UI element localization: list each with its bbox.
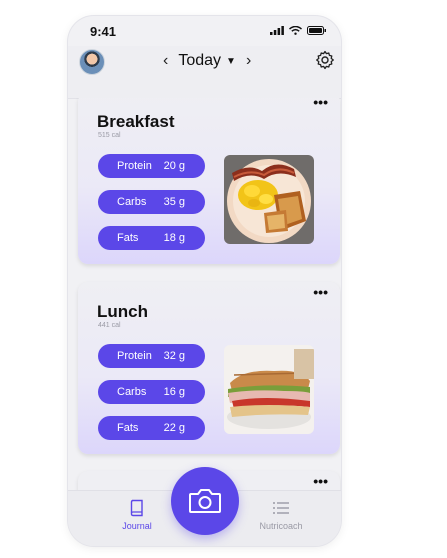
meal-calories: 515 cal xyxy=(98,132,121,139)
macro-value: 18 g xyxy=(163,232,185,244)
macro-value: 35 g xyxy=(163,196,185,208)
camera-icon xyxy=(189,489,221,513)
macro-name: Fats xyxy=(117,232,139,244)
macro-pill-protein[interactable]: Protein 20 g xyxy=(98,154,205,178)
more-options-icon[interactable]: ••• xyxy=(313,98,328,109)
macro-name: Carbs xyxy=(117,386,147,398)
nav-label: Nutricoach xyxy=(259,521,303,531)
macro-pill-fats[interactable]: Fats 18 g xyxy=(98,226,205,250)
meal-title: Lunch xyxy=(97,302,148,321)
meal-card-breakfast[interactable]: ••• Breakfast 515 cal Protein 20 g Carbs… xyxy=(78,98,340,264)
meal-list[interactable]: ••• Breakfast 515 cal Protein 20 g Carbs… xyxy=(68,98,341,498)
book-icon xyxy=(130,499,143,517)
status-icons xyxy=(270,26,327,35)
caret-down-icon: ▼ xyxy=(226,55,236,67)
status-time: 9:41 xyxy=(90,24,117,39)
macro-name: Protein xyxy=(117,160,152,172)
more-options-icon[interactable]: ••• xyxy=(313,285,328,299)
macro-value: 16 g xyxy=(163,386,185,398)
lunch-photo xyxy=(224,345,314,434)
macro-value: 20 g xyxy=(163,160,185,172)
nav-label: Journal xyxy=(122,521,152,531)
signal-icon xyxy=(270,26,284,35)
meal-calories: 441 cal xyxy=(98,322,121,329)
app-header: ‹ Today ▼ › xyxy=(68,46,341,99)
battery-icon xyxy=(307,26,326,35)
gear-icon[interactable] xyxy=(315,50,335,70)
macro-value: 32 g xyxy=(163,350,185,362)
list-icon xyxy=(273,502,289,514)
macro-name: Protein xyxy=(117,350,152,362)
date-label: Today xyxy=(178,52,222,69)
macro-pill-carbs[interactable]: Carbs 35 g xyxy=(98,190,205,214)
date-selector[interactable]: Today ▼ xyxy=(178,52,236,70)
meal-title: Breakfast xyxy=(97,112,175,131)
breakfast-photo xyxy=(224,155,314,244)
chevron-left-icon[interactable]: ‹ xyxy=(163,53,168,69)
date-navigator: ‹ Today ▼ › xyxy=(163,50,251,72)
status-bar: 9:41 xyxy=(68,16,341,46)
macro-pill-carbs[interactable]: Carbs 16 g xyxy=(98,380,205,404)
wifi-icon xyxy=(289,26,302,35)
avatar[interactable] xyxy=(79,49,105,75)
nav-nutricoach[interactable]: Nutricoach xyxy=(251,497,311,531)
macro-pill-fats[interactable]: Fats 22 g xyxy=(98,416,205,440)
more-options-icon[interactable]: ••• xyxy=(313,474,328,488)
macro-pill-protein[interactable]: Protein 32 g xyxy=(98,344,205,368)
chevron-right-icon[interactable]: › xyxy=(246,53,251,69)
meal-card-lunch[interactable]: ••• Lunch 441 cal Protein 32 g Carbs 16 … xyxy=(78,282,340,454)
nav-journal[interactable]: Journal xyxy=(107,497,167,531)
macro-value: 22 g xyxy=(163,422,185,434)
camera-button[interactable] xyxy=(171,467,239,535)
macro-name: Carbs xyxy=(117,196,147,208)
macro-name: Fats xyxy=(117,422,139,434)
phone-frame: 9:41 ‹ Today ▼ › ••• Breakfast 515 cal P… xyxy=(68,16,341,546)
